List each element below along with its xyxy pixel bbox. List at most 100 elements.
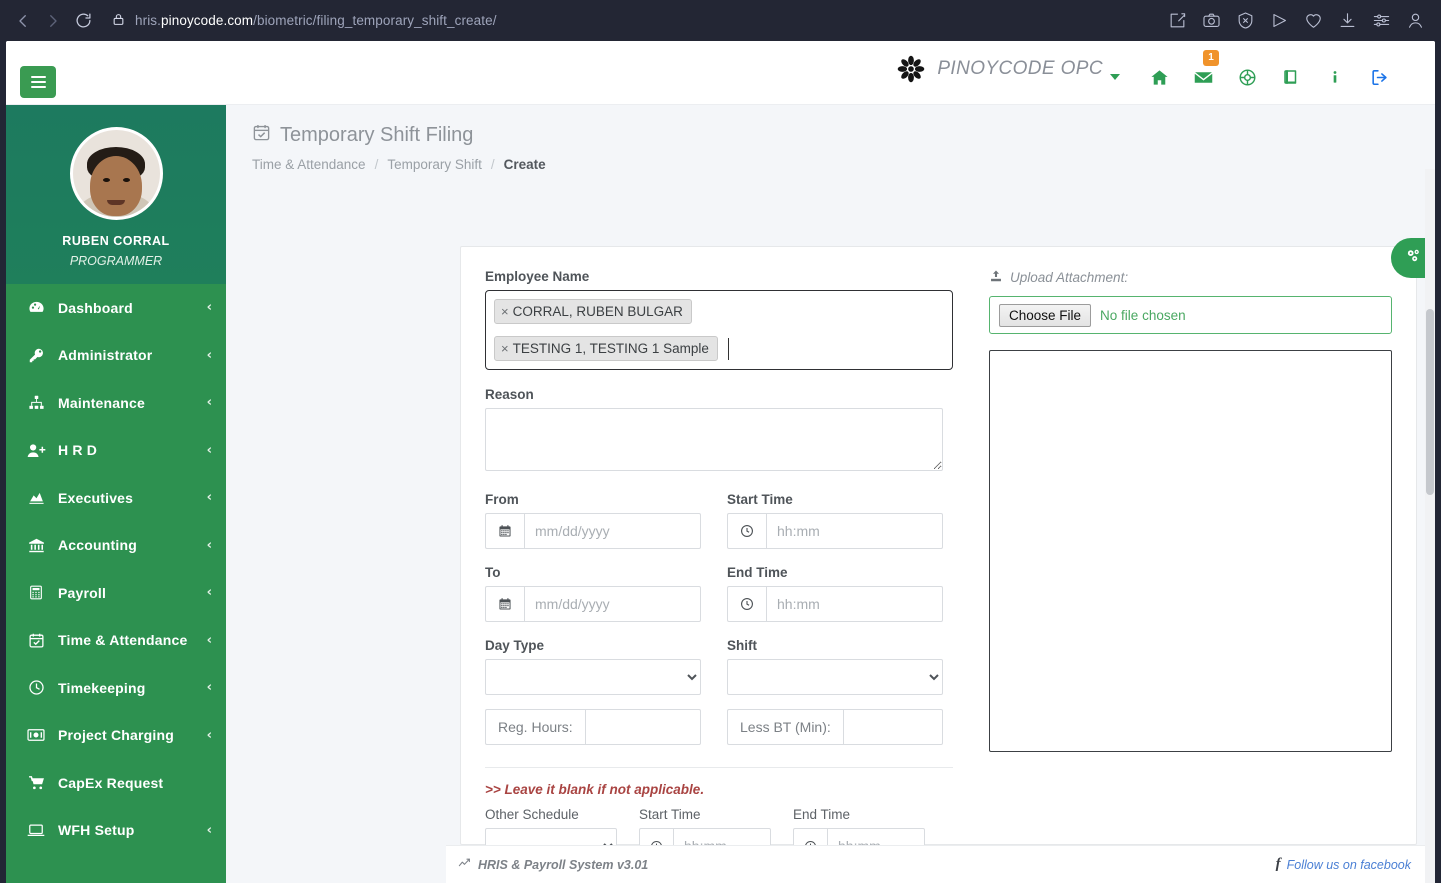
user-plus-icon [26,442,46,459]
lock-icon [112,12,125,30]
sidebar-item-label: Time & Attendance [58,632,188,649]
chart-area-icon [26,489,46,506]
sidebar-item-label: CapEx Request [58,774,164,791]
send-icon[interactable] [1270,11,1289,30]
remove-tag-icon[interactable]: × [501,341,509,356]
sidebar-item-executives[interactable]: Executives ‹ [6,474,226,522]
laptop-icon [26,822,46,838]
scrollbar-track[interactable] [1425,169,1435,883]
file-input[interactable]: Choose File No file chosen [989,296,1392,334]
brand-name: PINOYCODE OPC [937,58,1103,79]
sidebar-item-administrator[interactable]: Administrator ‹ [6,332,226,380]
bank-icon [26,537,46,554]
start-time-field-group: Start Time [727,492,943,549]
heart-icon[interactable] [1304,11,1323,30]
screenshot-icon[interactable] [1202,11,1221,30]
mail-icon[interactable]: 1 [1181,50,1225,91]
sidebar-item-dashboard[interactable]: Dashboard ‹ [6,284,226,332]
top-navbar: PINOYCODE OPC 1 [6,41,1435,105]
footer-left: HRIS & Payroll System v3.01 [458,857,648,873]
sidebar-item-wfh-setup[interactable]: WFH Setup ‹ [6,807,226,855]
home-icon[interactable] [1137,63,1181,91]
end-time-input[interactable] [766,586,943,622]
sidebar-item-capex-request[interactable]: CapEx Request [6,759,226,807]
back-icon[interactable] [8,6,38,36]
chevron-left-icon: ‹ [206,585,212,601]
choose-file-button[interactable]: Choose File [999,303,1092,327]
brand-dropdown-button[interactable] [1093,63,1137,91]
employee-tag-label: TESTING 1, TESTING 1 Sample [512,340,709,356]
employee-tag[interactable]: × CORRAL, RUBEN BULGAR [494,299,692,324]
sitemap-icon [26,394,46,411]
upload-icon [989,269,1003,286]
form-card: Employee Name × CORRAL, RUBEN BULGAR × T… [460,246,1417,864]
dashboard-icon [26,299,46,316]
less-bt-label: Less BT (Min): [727,709,843,745]
sidebar-item-timekeeping[interactable]: Timekeeping ‹ [6,664,226,712]
shield-icon[interactable] [1236,11,1255,30]
cart-icon [26,774,46,791]
book-icon[interactable] [1269,63,1313,91]
logout-icon[interactable] [1357,63,1401,91]
text-cursor [727,337,729,360]
calendar-check-icon [26,632,46,649]
profile-icon[interactable] [1406,11,1425,30]
info-icon[interactable] [1313,63,1357,91]
remove-tag-icon[interactable]: × [501,304,509,319]
clock-icon[interactable] [727,586,766,622]
end-time-field-group: End Time [727,565,943,622]
breadcrumb-item-time-attendance[interactable]: Time & Attendance [252,157,366,172]
shift-field-group: Shift [727,638,943,695]
day-type-select[interactable] [485,659,701,695]
brand: PINOYCODE OPC [897,55,1103,83]
download-icon[interactable] [1338,11,1357,30]
url-bar[interactable]: hris.pinoycode.com/biometric/filing_temp… [108,7,1162,35]
calendar-icon[interactable] [485,586,524,622]
start-time-label: Start Time [727,492,793,507]
sidebar-item-label: Executives [58,489,134,506]
reg-hours-label: Reg. Hours: [485,709,585,745]
employee-tag[interactable]: × TESTING 1, TESTING 1 Sample [494,336,718,361]
upload-attachment-text: Upload Attachment: [1010,270,1129,285]
facebook-link[interactable]: f Follow us on facebook [1276,856,1411,873]
shift-select[interactable] [727,659,943,695]
breadcrumb-separator: / [490,157,495,172]
start-time-input[interactable] [766,513,943,549]
calendar-icon[interactable] [485,513,524,549]
user-profile: RUBEN CORRAL PROGRAMMER [6,105,226,284]
sidebar-item-label: WFH Setup [58,822,135,839]
topnav-icons: 1 [1093,50,1401,91]
employee-name-input[interactable]: × CORRAL, RUBEN BULGAR × TESTING 1, TEST… [485,290,953,370]
footer-version-text: HRIS & Payroll System v3.01 [478,857,649,872]
to-date-input[interactable] [524,586,701,622]
calculator-icon [26,584,46,601]
company-logo-icon [897,55,925,83]
sidebar-item-hrd[interactable]: H R D ‹ [6,427,226,475]
mail-badge: 1 [1203,50,1219,66]
clock-icon[interactable] [727,513,766,549]
sidebar-item-accounting[interactable]: Accounting ‹ [6,522,226,570]
sidebar-toggle-button[interactable] [20,66,56,98]
from-date-input[interactable] [524,513,701,549]
file-status-text: No file chosen [1100,307,1186,323]
sidebar-item-project-charging[interactable]: Project Charging ‹ [6,712,226,760]
settings-sliders-icon[interactable] [1372,11,1391,30]
reg-hours-input[interactable] [584,709,701,745]
sidebar-item-label: Maintenance [58,394,145,411]
sidebar-item-maintenance[interactable]: Maintenance ‹ [6,379,226,427]
avatar [69,127,163,220]
sidebar-item-label: Project Charging [58,727,174,744]
lifebuoy-icon[interactable] [1225,63,1269,91]
attachment-preview-area [989,350,1392,752]
less-bt-input[interactable] [842,709,943,745]
scrollbar-thumb[interactable] [1426,309,1434,495]
forward-icon[interactable] [38,6,68,36]
sidebar-item-payroll[interactable]: Payroll ‹ [6,569,226,617]
browser-chrome: hris.pinoycode.com/biometric/filing_temp… [0,0,1441,41]
from-field-group: From [485,492,701,549]
reload-icon[interactable] [68,6,98,36]
reason-textarea[interactable] [485,408,943,471]
sidebar-item-time-attendance[interactable]: Time & Attendance ‹ [6,617,226,665]
edit-icon[interactable] [1168,11,1187,30]
breadcrumb-item-temporary-shift[interactable]: Temporary Shift [387,157,482,172]
